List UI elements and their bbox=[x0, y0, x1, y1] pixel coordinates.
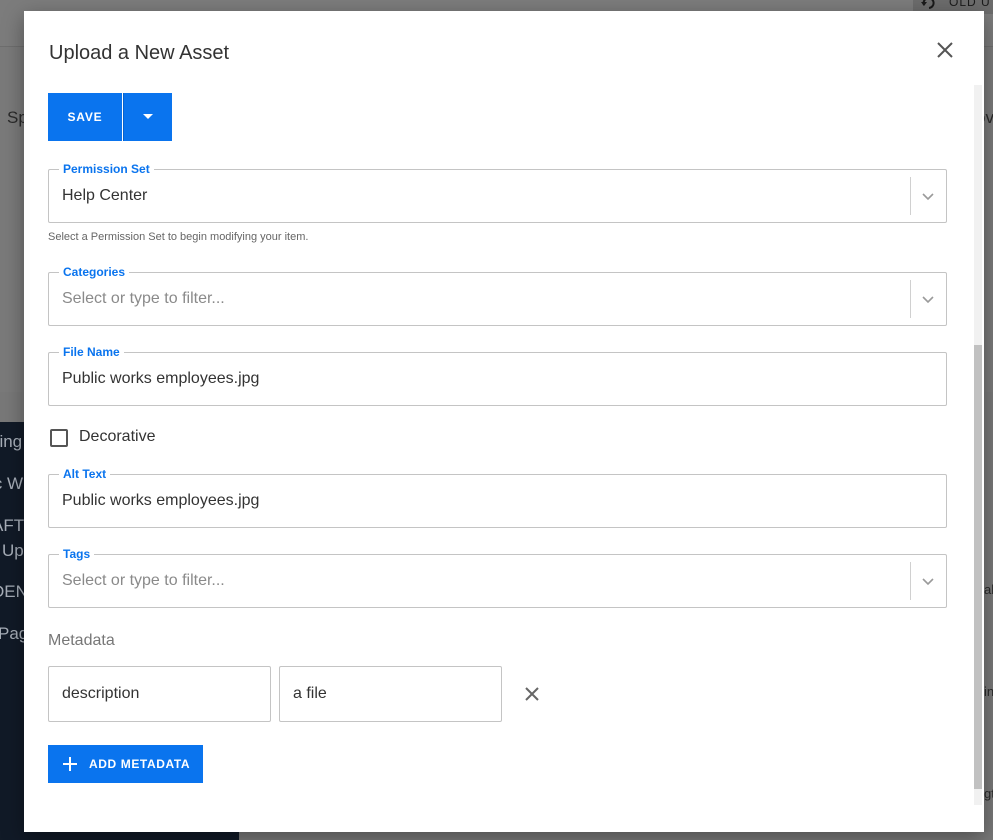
categories-placeholder: Select or type to filter... bbox=[62, 290, 225, 307]
permission-set-select[interactable]: Permission Set Help Center bbox=[48, 161, 947, 223]
metadata-key-value: description bbox=[62, 685, 140, 702]
dialog-scrollbar[interactable] bbox=[973, 85, 983, 805]
file-name-label: File Name bbox=[59, 344, 124, 360]
tags-select[interactable]: Tags Select or type to filter... bbox=[48, 546, 947, 608]
sidebar-item: Up bbox=[2, 541, 24, 560]
save-options-button[interactable] bbox=[123, 93, 172, 141]
metadata-value-value: a file bbox=[293, 685, 327, 702]
select-separator bbox=[910, 562, 911, 600]
save-button[interactable]: SAVE bbox=[48, 93, 122, 141]
select-separator bbox=[910, 280, 911, 318]
alt-text-field[interactable]: Alt Text Public works employees.jpg bbox=[48, 466, 947, 528]
save-button-label: SAVE bbox=[67, 110, 103, 124]
tags-label: Tags bbox=[59, 546, 95, 562]
sidebar-item: ic W bbox=[0, 474, 24, 493]
metadata-heading: Metadata bbox=[48, 632, 115, 649]
chevron-down-icon[interactable] bbox=[919, 572, 937, 590]
metadata-key-input[interactable]: description bbox=[48, 666, 271, 722]
file-name-field[interactable]: File Name Public works employees.jpg bbox=[48, 344, 947, 406]
plus-icon bbox=[63, 757, 77, 771]
close-icon[interactable] bbox=[934, 39, 956, 61]
scrollbar-thumb[interactable] bbox=[974, 345, 982, 789]
sidebar-item: AFT bbox=[0, 516, 25, 535]
metadata-value-input[interactable]: a file bbox=[279, 666, 502, 722]
alt-text-label: Alt Text bbox=[59, 466, 111, 482]
add-metadata-button[interactable]: ADD METADATA bbox=[48, 745, 203, 783]
sidebar-item: hing bbox=[0, 432, 23, 451]
upload-asset-dialog: Upload a New Asset SAVE Permission Set H… bbox=[24, 11, 984, 832]
background-edge-text: al bbox=[984, 582, 993, 597]
select-separator bbox=[910, 177, 911, 215]
tags-placeholder: Select or type to filter... bbox=[62, 572, 225, 589]
chevron-down-icon[interactable] bbox=[919, 290, 937, 308]
dialog-title: Upload a New Asset bbox=[49, 42, 230, 64]
permission-set-value: Help Center bbox=[62, 187, 148, 204]
old-ui-label: OLD U bbox=[949, 0, 991, 9]
chevron-down-icon[interactable] bbox=[919, 187, 937, 205]
undo-icon bbox=[921, 0, 935, 9]
categories-label: Categories bbox=[59, 264, 130, 280]
background-edge-text: in bbox=[984, 684, 993, 699]
remove-icon[interactable] bbox=[523, 685, 541, 703]
permission-set-label: Permission Set bbox=[59, 161, 154, 177]
decorative-checkbox[interactable] bbox=[50, 429, 68, 447]
decorative-label[interactable]: Decorative bbox=[79, 428, 155, 446]
categories-select[interactable]: Categories Select or type to filter... bbox=[48, 264, 947, 326]
alt-text-value[interactable]: Public works employees.jpg bbox=[62, 492, 259, 510]
permission-set-helper-text: Select a Permission Set to begin modifyi… bbox=[48, 231, 309, 243]
file-name-value[interactable]: Public works employees.jpg bbox=[62, 370, 259, 388]
background-edge-text: gt bbox=[984, 786, 993, 801]
caret-down-icon bbox=[143, 114, 153, 119]
add-metadata-label: ADD METADATA bbox=[89, 757, 191, 771]
